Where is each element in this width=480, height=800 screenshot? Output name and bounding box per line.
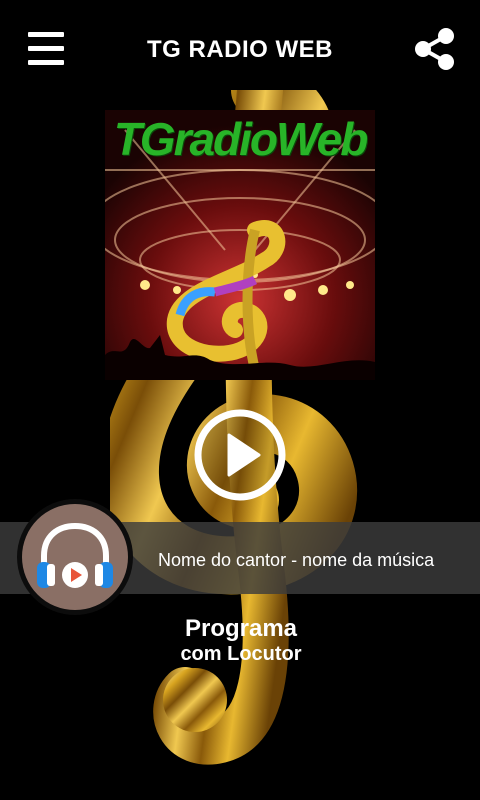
app-title: TG RADIO WEB <box>147 36 333 63</box>
station-cover-image: TGradioWeb <box>105 110 375 380</box>
now-playing-text: Nome do cantor - nome da música <box>158 550 435 570</box>
program-host: com Locutor <box>180 643 302 665</box>
share-button[interactable] <box>414 27 456 71</box>
share-icon <box>415 28 454 70</box>
app-bar: TG RADIO WEB <box>0 0 480 98</box>
headphones-icon <box>37 522 113 588</box>
program-name: Programa <box>184 615 298 642</box>
play-button[interactable] <box>193 408 287 502</box>
station-logo <box>17 499 133 615</box>
program-info: Programa com Locutor <box>120 615 362 666</box>
cover-title: TGradioWeb <box>113 113 369 165</box>
